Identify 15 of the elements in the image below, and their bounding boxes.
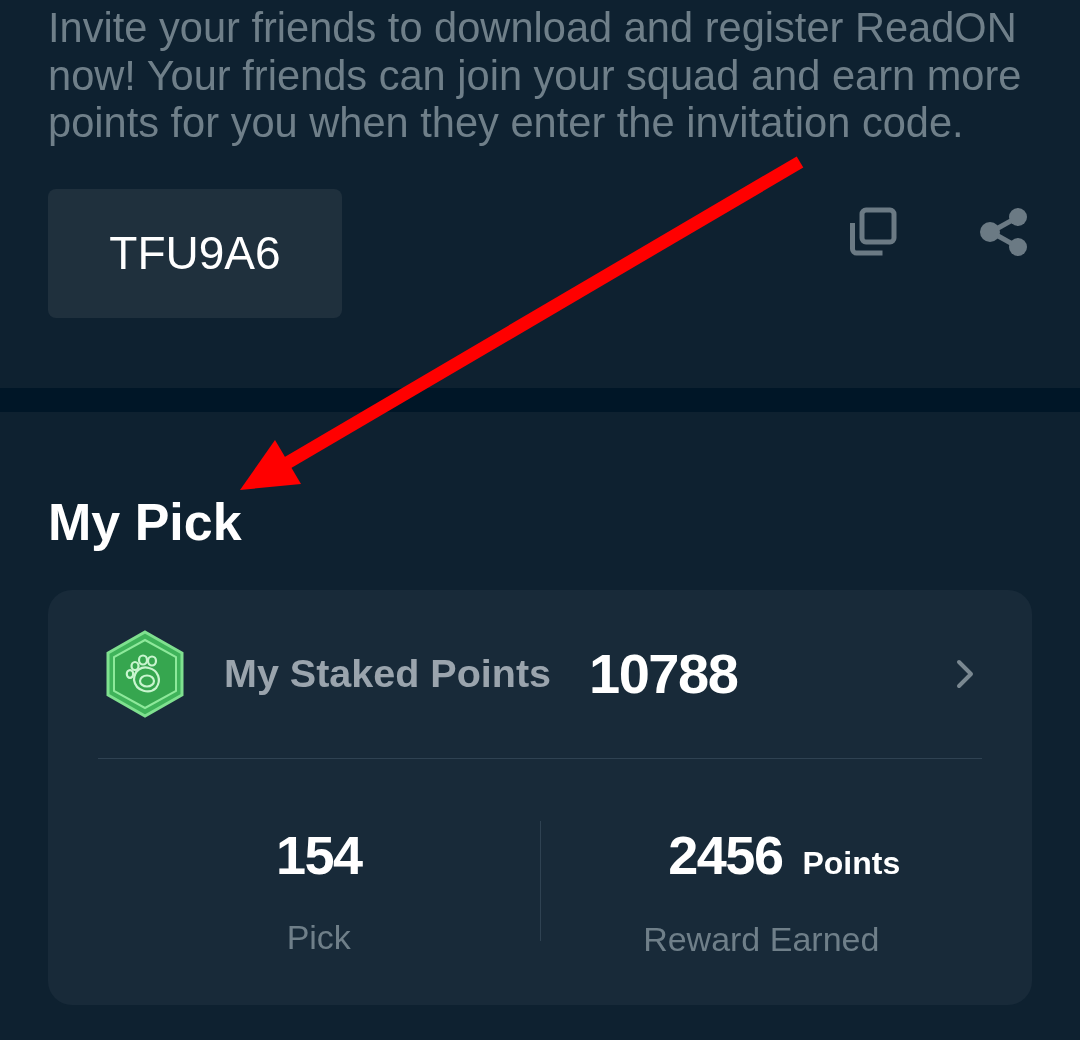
chevron-right-icon <box>956 659 974 689</box>
invite-message: Invite your friends to download and register ReadON now! Your friends can join your squad and earn more points for you when they enter the invitation code. <box>48 4 1023 147</box>
staked-points-row[interactable]: My Staked Points 10788 <box>98 590 982 758</box>
paw-badge-icon <box>104 630 186 718</box>
stat-label: Pick <box>286 917 351 958</box>
copy-icon[interactable] <box>847 207 897 257</box>
staked-points-value: 10788 <box>589 641 738 707</box>
stat-unit: Points <box>802 844 901 883</box>
stat-value: 2456 <box>668 825 783 885</box>
section-title: My Pick <box>48 492 243 552</box>
share-icon[interactable] <box>980 207 1028 257</box>
stat-label: Reward Earned <box>643 919 880 960</box>
invitation-code: TFU9A6 <box>48 188 342 318</box>
stat-value: 154 <box>275 825 362 885</box>
staked-points-label: My Staked Points <box>224 650 552 698</box>
